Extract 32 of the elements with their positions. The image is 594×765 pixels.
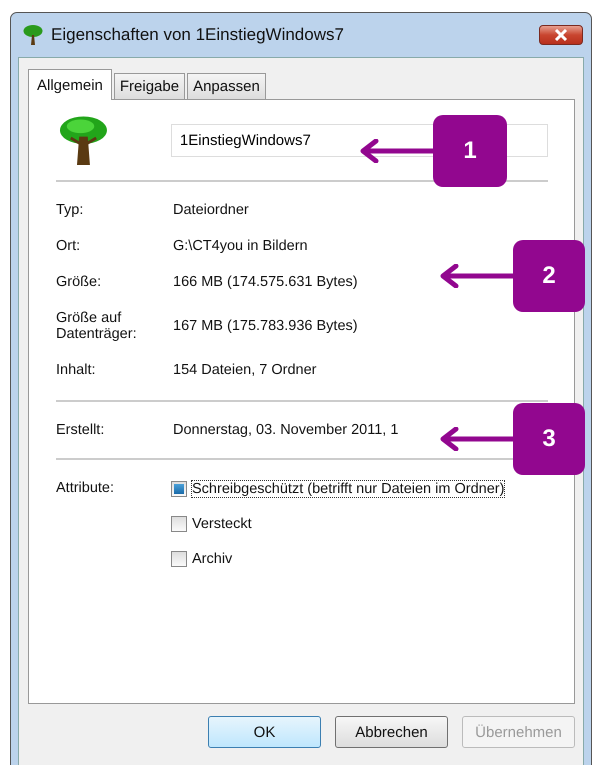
property-value: G:\CT4you in Bildern xyxy=(173,238,308,254)
tab[interactable]: Allgemein xyxy=(28,69,112,100)
checkbox-label[interactable]: Archiv xyxy=(191,550,234,568)
tree-icon xyxy=(23,24,43,46)
checkbox[interactable] xyxy=(171,551,187,567)
close-button[interactable] xyxy=(539,25,583,45)
property-label: Erstellt: xyxy=(56,422,106,438)
property-value: 167 MB (175.783.936 Bytes) xyxy=(173,318,358,334)
dialog-button[interactable]: OK xyxy=(208,716,321,748)
attributes-label: Attribute: xyxy=(56,480,116,498)
callout-number: 1 xyxy=(433,115,507,187)
property-value: 154 Dateien, 7 Ordner xyxy=(173,362,316,378)
checkbox[interactable] xyxy=(171,481,187,497)
property-label: Typ: xyxy=(56,202,84,218)
checkbox-label[interactable]: Schreibgeschützt (betrifft nur Dateien im Ordner) xyxy=(191,480,506,498)
property-label: Ort: xyxy=(56,238,82,254)
property-value: Dateiordner xyxy=(173,202,249,218)
property-label: Größe auf Datenträger: xyxy=(56,310,138,342)
property-value: 166 MB (174.575.631 Bytes) xyxy=(173,274,358,290)
callout-number: 2 xyxy=(513,240,585,312)
tab[interactable]: Anpassen xyxy=(187,73,266,99)
dialog-button[interactable]: Abbrechen xyxy=(335,716,448,748)
tree-icon xyxy=(59,114,108,166)
property-label: Größe: xyxy=(56,274,102,290)
callout-number: 3 xyxy=(513,403,585,475)
property-value: Donnerstag, 03. November 2011, 1 xyxy=(173,422,398,438)
checkbox-label[interactable]: Versteckt xyxy=(191,515,253,533)
window-title: Eigenschaften von 1EinstiegWindows7 xyxy=(51,25,345,45)
checkbox[interactable] xyxy=(171,516,187,532)
property-label: Inhalt: xyxy=(56,362,96,378)
close-icon xyxy=(554,29,568,41)
tab[interactable]: Freigabe xyxy=(114,73,186,99)
